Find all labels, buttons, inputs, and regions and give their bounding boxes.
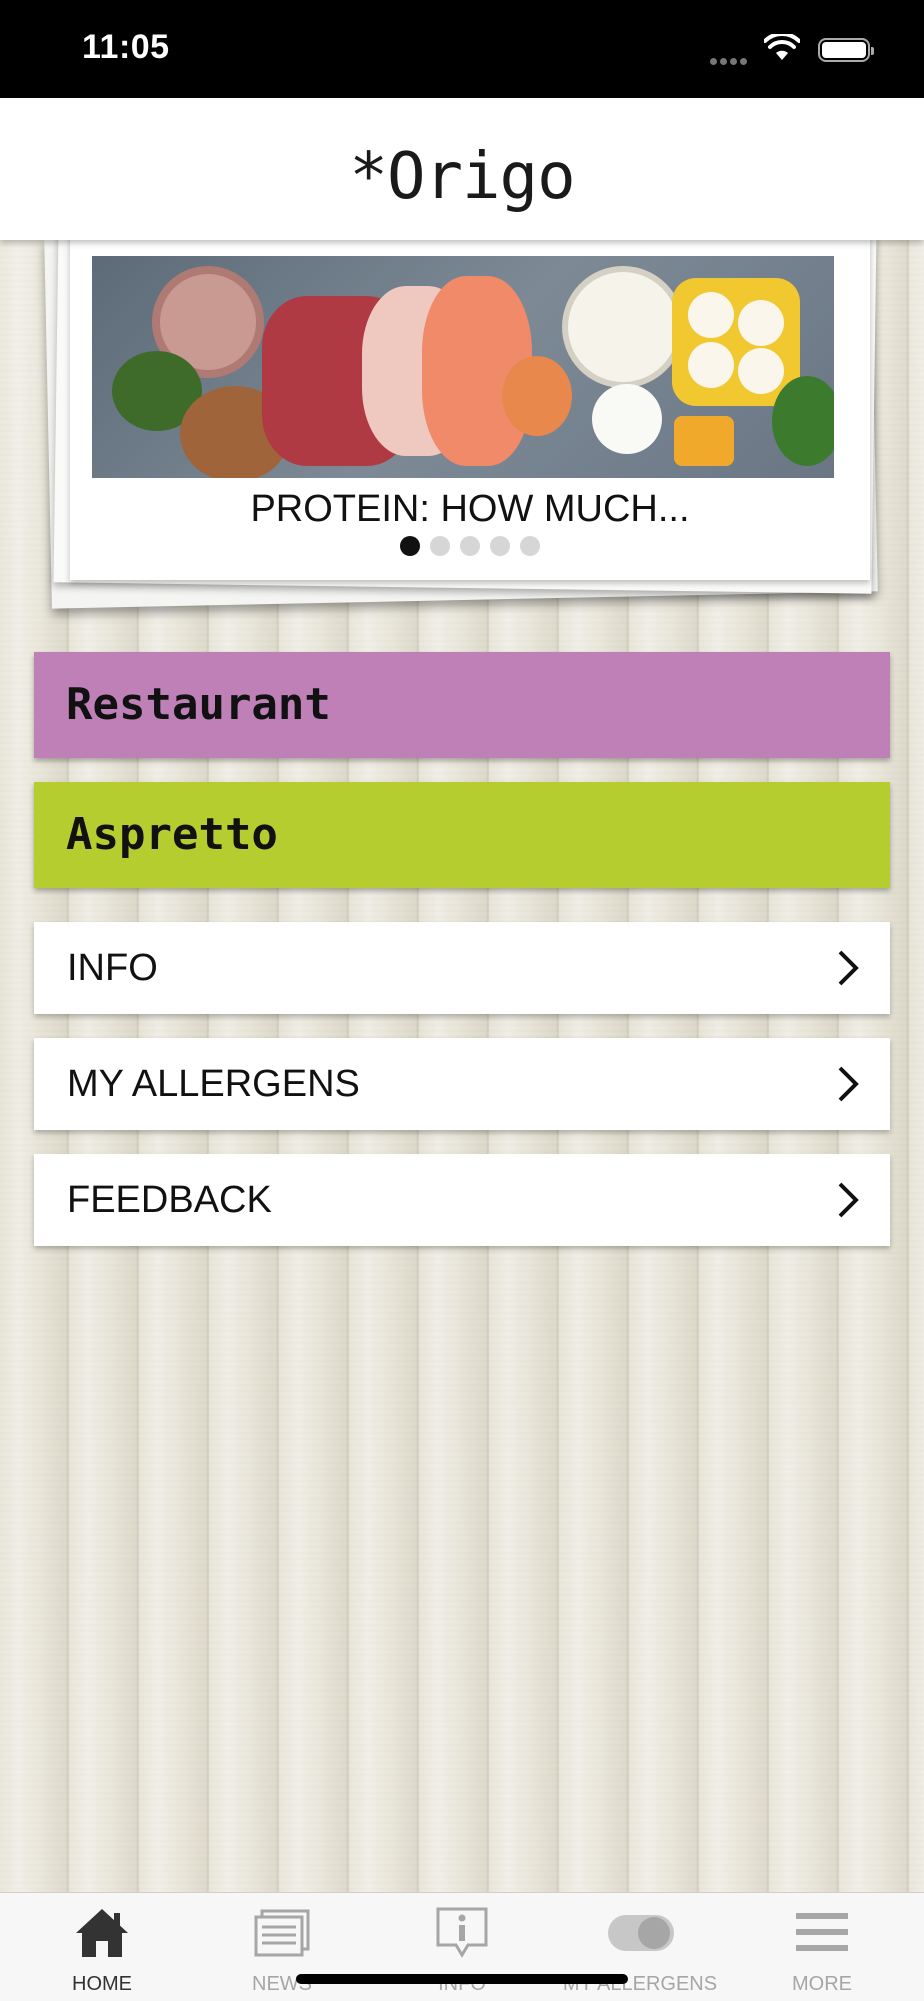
tab-label: HOME: [72, 1973, 132, 1995]
app-header: *Origo: [0, 98, 924, 240]
carousel-page-indicator[interactable]: [70, 536, 870, 561]
menu-item-info[interactable]: INFO: [34, 922, 890, 1014]
aspretto-button[interactable]: Aspretto: [34, 782, 890, 888]
toggle-icon: [608, 1915, 674, 1951]
wifi-icon: [764, 34, 800, 60]
menu-item-my-allergens[interactable]: MY ALLERGENS: [34, 1038, 890, 1130]
status-bar: 11:05: [0, 0, 924, 98]
home-icon: [76, 1909, 128, 1957]
page-dot-5[interactable]: [520, 536, 540, 556]
battery-icon: [818, 38, 874, 62]
tab-label: MORE: [792, 1973, 852, 1995]
page-dot-4[interactable]: [490, 536, 510, 556]
menu-item-feedback[interactable]: FEEDBACK: [34, 1154, 890, 1246]
chevron-right-icon: [838, 1066, 859, 1102]
page-dot-3[interactable]: [460, 536, 480, 556]
status-time: 11:05: [82, 28, 170, 66]
home-indicator[interactable]: [296, 1974, 628, 1984]
tab-more[interactable]: MORE: [730, 1893, 914, 2001]
news-icon: [254, 1909, 310, 1957]
page-dot-1[interactable]: [400, 536, 420, 556]
menu-item-label: INFO: [67, 947, 158, 989]
news-carousel[interactable]: PROTEIN: HOW MUCH...: [70, 214, 870, 580]
menu-item-label: MY ALLERGENS: [67, 1063, 360, 1105]
info-icon: [436, 1907, 488, 1958]
page-dot-2[interactable]: [430, 536, 450, 556]
carousel-caption[interactable]: PROTEIN: HOW MUCH...: [70, 488, 870, 531]
chevron-right-icon: [838, 950, 859, 986]
menu-item-label: FEEDBACK: [67, 1179, 272, 1221]
tab-my-allergens[interactable]: MY ALLERGENS: [548, 1893, 732, 2001]
cellular-signal-icon: [710, 52, 750, 70]
tab-home[interactable]: HOME: [10, 1893, 194, 2001]
app-logo: *Origo: [349, 140, 575, 214]
food-photo[interactable]: [92, 256, 834, 478]
tab-bar: HOME NEWS INFO MY ALLERGENS MORE: [0, 1892, 924, 2001]
menu-icon: [796, 1913, 848, 1951]
chevron-right-icon: [838, 1182, 859, 1218]
restaurant-button[interactable]: Restaurant: [34, 652, 890, 758]
tab-news[interactable]: NEWS: [190, 1893, 374, 2001]
tab-info[interactable]: INFO: [370, 1893, 554, 2001]
